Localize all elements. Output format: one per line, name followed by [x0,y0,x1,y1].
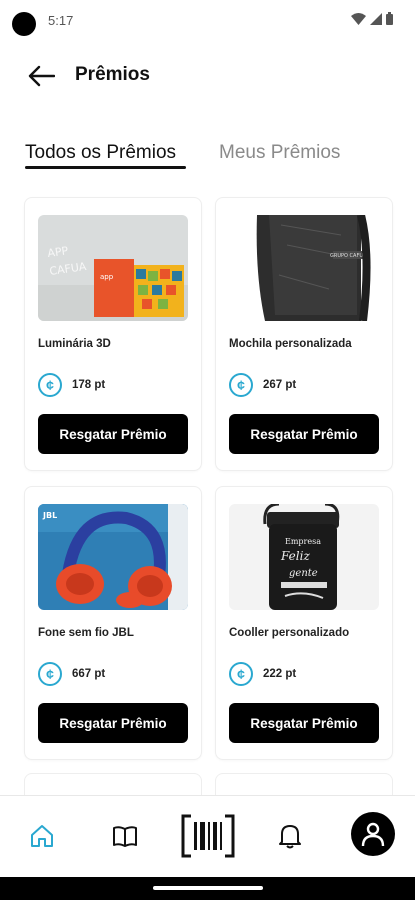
reward-points: 222 pt [263,668,297,680]
reward-card: JBL Fone sem fio JBL ¢ 667 pt Resgatar P… [24,486,202,760]
bell-icon [279,825,301,849]
nav-book[interactable] [103,814,147,858]
backpack-text: GRUPO CAFUA [330,253,367,259]
status-icons [351,12,393,25]
box-text: app [100,273,114,281]
bottom-nav [0,795,415,878]
page-title: Prêmios [75,64,150,85]
nav-home[interactable] [20,814,64,858]
barcode-scan-icon [181,814,235,858]
home-gesture-pill[interactable] [153,886,263,890]
signal-icon [370,12,382,25]
back-button[interactable] [24,62,58,90]
redeem-button[interactable]: Resgatar Prêmio [38,703,188,743]
jbl-text: JBL [42,511,57,520]
nav-profile[interactable] [351,812,395,856]
reward-points: 667 pt [72,668,106,680]
redeem-button[interactable]: Resgatar Prêmio [229,414,379,454]
reward-image-headphones: JBL [38,504,188,610]
profile-icon [361,822,385,847]
coin-icon: ¢ [38,662,62,686]
reward-name: Luminária 3D [38,338,111,350]
reward-card: GRUPO CAFUA Mochila personalizada ¢ 267 … [215,197,393,471]
reward-image-lamp: APP CAFUA app [38,215,188,321]
arrow-left-icon [28,65,55,87]
active-tab-indicator [25,166,186,169]
reward-image-cooler: Empresa Feliz gente [229,504,379,610]
points-row: ¢ 178 pt [38,372,105,398]
wifi-icon [351,12,366,25]
camera-cutout [12,12,36,36]
cooler-text-2: Feliz [280,549,310,563]
redeem-button[interactable]: Resgatar Prêmio [38,414,188,454]
reward-name: Cooller personalizado [229,627,350,639]
reward-name: Fone sem fio JBL [38,627,134,639]
reward-image-backpack: GRUPO CAFUA [229,215,379,321]
points-row: ¢ 667 pt [38,661,105,687]
status-bar: 5:17 [0,0,415,40]
nav-notifications[interactable] [268,814,312,858]
nav-scan[interactable] [181,808,235,864]
points-row: ¢ 222 pt [229,661,296,687]
cooler-text-1: Empresa [285,537,321,546]
header: Prêmios [0,52,415,100]
battery-icon [386,12,393,25]
tab-all-rewards[interactable]: Todos os Prêmios [25,142,176,164]
home-icon [31,825,53,847]
reward-card: APP CAFUA app Luminária 3D ¢ 178 pt Resg… [24,197,202,471]
coin-icon: ¢ [229,373,253,397]
coin-icon: ¢ [229,662,253,686]
reward-card: Empresa Feliz gente Cooller personalizad… [215,486,393,760]
coin-icon: ¢ [38,373,62,397]
book-icon [113,826,137,847]
points-row: ¢ 267 pt [229,372,296,398]
reward-points: 178 pt [72,379,106,391]
system-gesture-bar [0,877,415,900]
reward-points: 267 pt [263,379,297,391]
tabs: Todos os Prêmios Meus Prêmios [0,138,415,174]
status-time: 5:17 [48,13,74,28]
redeem-button[interactable]: Resgatar Prêmio [229,703,379,743]
reward-name: Mochila personalizada [229,338,352,350]
tab-my-rewards[interactable]: Meus Prêmios [219,142,340,164]
cooler-text-3: gente [289,568,318,579]
